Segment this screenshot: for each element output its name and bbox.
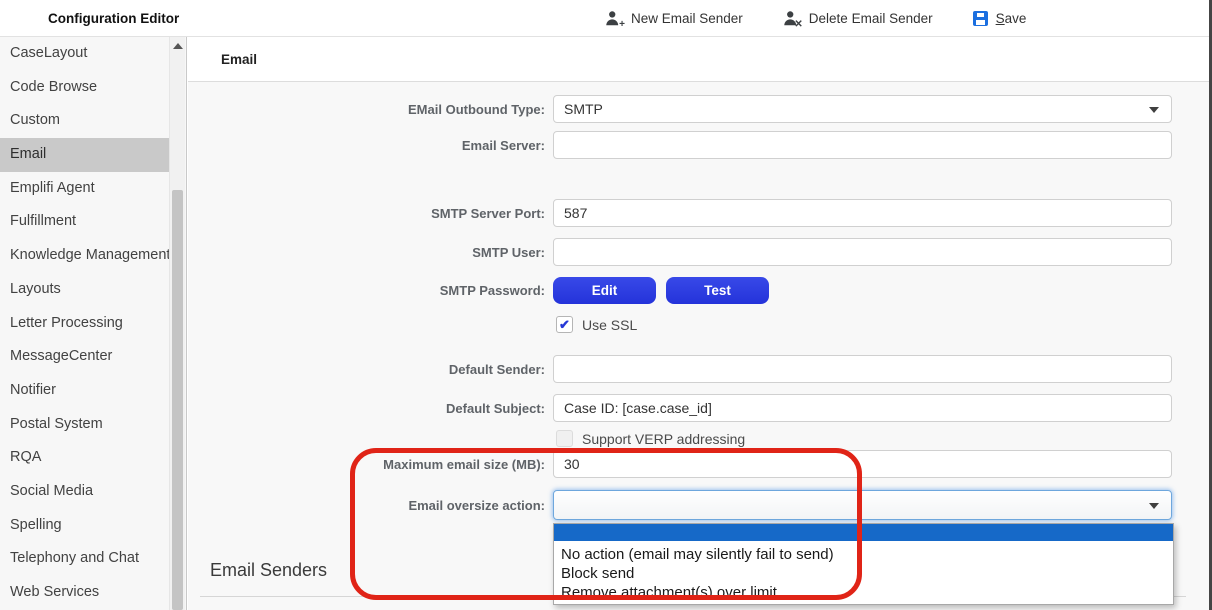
save-button[interactable]: Save (973, 11, 1027, 26)
delete-email-sender-button[interactable]: ✕ Delete Email Sender (783, 10, 933, 27)
save-label: Save (996, 11, 1027, 26)
sidebar-item-custom[interactable]: Custom (0, 104, 170, 138)
email-server-input[interactable] (553, 131, 1172, 159)
password-test-button[interactable]: Test (666, 277, 769, 304)
chevron-down-icon (1149, 503, 1159, 509)
use-ssl-checkbox[interactable]: ✔ (556, 316, 573, 333)
top-header: Configuration Editor + New Email Sender … (0, 0, 1212, 37)
max-email-size-input[interactable] (553, 450, 1172, 478)
max-email-size-label: Maximum email size (MB): (200, 457, 545, 472)
panel-header: Email (188, 37, 1209, 82)
sidebar-item-email[interactable]: Email (0, 138, 170, 172)
email-senders-heading: Email Senders (210, 560, 327, 581)
password-edit-button[interactable]: Edit (553, 277, 656, 304)
person-delete-icon: ✕ (783, 10, 801, 27)
plus-badge-icon: + (619, 20, 625, 30)
sidebar-item-messagecenter[interactable]: MessageCenter (0, 340, 170, 374)
sidebar-item-postal-system[interactable]: Postal System (0, 408, 170, 442)
smtp-password-label: SMTP Password: (200, 283, 545, 298)
delete-email-sender-label: Delete Email Sender (809, 11, 933, 26)
dropdown-option-remove-attachments[interactable]: Remove attachment(s) over limit (554, 583, 1173, 602)
sidebar-item-code-browse[interactable]: Code Browse (0, 71, 170, 105)
verp-checkbox[interactable] (556, 430, 573, 447)
oversize-action-label: Email oversize action: (200, 498, 545, 513)
sidebar-item-spelling[interactable]: Spelling (0, 509, 170, 543)
sidebar-item-layouts[interactable]: Layouts (0, 273, 170, 307)
verp-label: Support VERP addressing (582, 431, 745, 447)
oversize-action-dropdown: No action (email may silently fail to se… (553, 523, 1174, 605)
sidebar-item-emplifi-agent[interactable]: Emplifi Agent (0, 172, 170, 206)
x-badge-icon: ✕ (794, 20, 802, 30)
sidebar-item-knowledge-management[interactable]: Knowledge Management (0, 239, 170, 273)
save-icon (973, 11, 988, 26)
default-subject-label: Default Subject: (200, 401, 545, 416)
scrollbar-thumb[interactable] (172, 190, 183, 610)
sidebar-item-social-media[interactable]: Social Media (0, 475, 170, 509)
configuration-editor-window: Configuration Editor + New Email Sender … (0, 0, 1212, 610)
sidebar-item-notifier[interactable]: Notifier (0, 374, 170, 408)
sidebar-item-rqa[interactable]: RQA (0, 441, 170, 475)
sidebar-item-caselayout[interactable]: CaseLayout (0, 37, 170, 71)
sidebar-item-web-services[interactable]: Web Services (0, 576, 170, 610)
smtp-port-label: SMTP Server Port: (200, 206, 545, 221)
new-email-sender-button[interactable]: + New Email Sender (605, 10, 743, 27)
smtp-user-label: SMTP User: (200, 245, 545, 260)
dropdown-option-empty[interactable] (554, 524, 1173, 541)
panel-title: Email (221, 37, 257, 82)
default-sender-label: Default Sender: (200, 362, 545, 377)
chevron-down-icon (1149, 107, 1159, 113)
dropdown-option-no-action[interactable]: No action (email may silently fail to se… (554, 545, 1173, 564)
outbound-type-select[interactable]: SMTP (553, 95, 1172, 123)
dropdown-option-block-send[interactable]: Block send (554, 564, 1173, 583)
page-title: Configuration Editor (48, 0, 179, 37)
default-subject-input[interactable] (553, 394, 1172, 422)
sidebar-item-letter-processing[interactable]: Letter Processing (0, 307, 170, 341)
sidebar-item-fulfillment[interactable]: Fulfillment (0, 205, 170, 239)
smtp-user-input[interactable] (553, 238, 1172, 266)
oversize-action-select[interactable] (553, 490, 1172, 520)
person-add-icon: + (605, 10, 623, 27)
checkmark-icon: ✔ (557, 317, 572, 332)
sidebar-item-telephony-and-chat[interactable]: Telephony and Chat (0, 542, 170, 576)
scroll-up-icon[interactable] (173, 43, 183, 49)
sidebar-scrollbar[interactable] (169, 37, 185, 610)
sidebar: CaseLayout Code Browse Custom Email Empl… (0, 37, 187, 610)
use-ssl-label: Use SSL (582, 317, 637, 333)
email-server-label: Email Server: (200, 138, 545, 153)
outbound-type-value: SMTP (564, 101, 603, 117)
outbound-type-label: EMail Outbound Type: (200, 102, 545, 117)
default-sender-input[interactable] (553, 355, 1172, 383)
new-email-sender-label: New Email Sender (631, 11, 743, 26)
toolbar: + New Email Sender ✕ Delete Email Sender… (605, 0, 1026, 37)
smtp-port-input[interactable] (553, 199, 1172, 227)
